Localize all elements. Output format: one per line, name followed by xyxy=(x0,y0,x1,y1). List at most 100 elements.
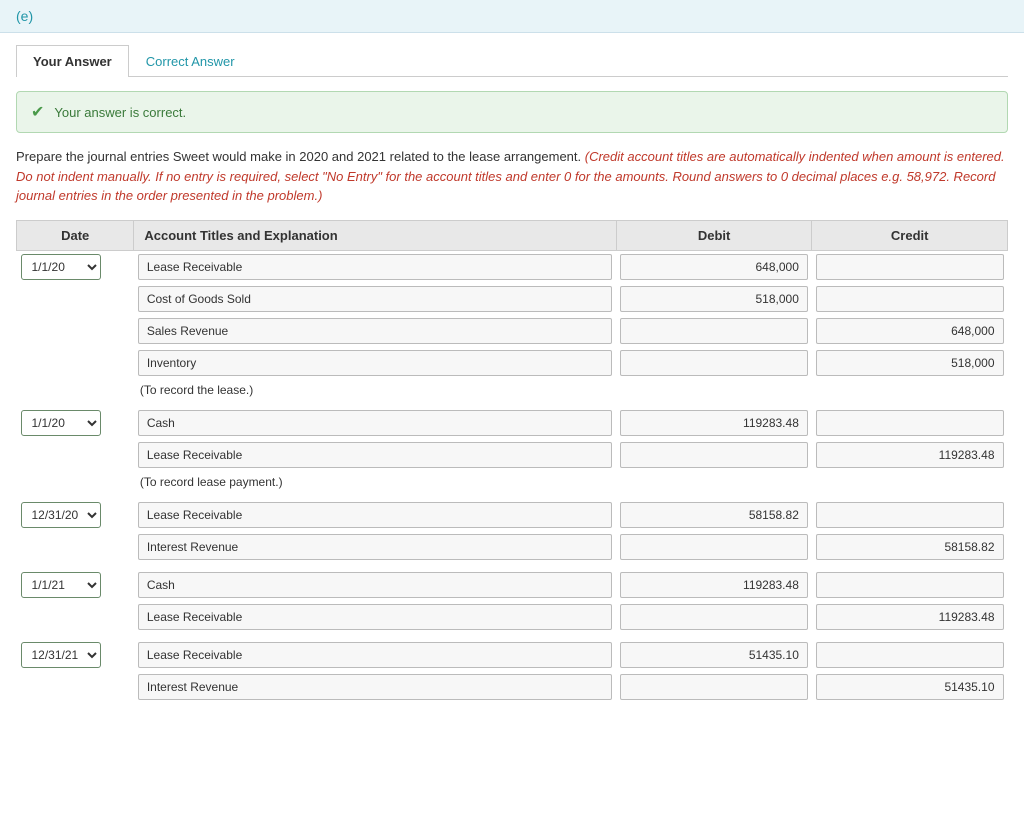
table-row: 1/1/20 xyxy=(17,250,1008,283)
credit-input[interactable] xyxy=(816,286,1004,312)
success-message: Your answer is correct. xyxy=(54,105,186,120)
note-row: (To record lease payment.) xyxy=(17,471,1008,493)
date-select[interactable]: 1/1/20 xyxy=(21,410,101,436)
credit-cell xyxy=(812,639,1008,671)
table-row xyxy=(17,671,1008,703)
account-input[interactable] xyxy=(138,318,612,344)
account-cell xyxy=(134,250,616,283)
credit-cell xyxy=(812,250,1008,283)
account-input[interactable] xyxy=(138,534,612,560)
table-row xyxy=(17,439,1008,471)
debit-cell xyxy=(616,499,812,531)
credit-input[interactable] xyxy=(816,534,1004,560)
debit-cell xyxy=(616,671,812,703)
credit-cell xyxy=(812,531,1008,563)
account-input[interactable] xyxy=(138,254,612,280)
header-account: Account Titles and Explanation xyxy=(134,220,616,250)
account-cell xyxy=(134,283,616,315)
main-container: Your Answer Correct Answer ✔ Your answer… xyxy=(0,33,1024,715)
debit-cell xyxy=(616,250,812,283)
debit-input[interactable] xyxy=(620,318,808,344)
table-row xyxy=(17,315,1008,347)
table-row: 12/31/21 xyxy=(17,639,1008,671)
date-cell: 12/31/20 xyxy=(17,499,134,531)
account-input[interactable] xyxy=(138,442,612,468)
debit-input[interactable] xyxy=(620,350,808,376)
date-select[interactable]: 1/1/20 xyxy=(21,254,101,280)
account-input[interactable] xyxy=(138,350,612,376)
debit-cell xyxy=(616,347,812,379)
credit-input[interactable] xyxy=(816,674,1004,700)
credit-input[interactable] xyxy=(816,642,1004,668)
account-input[interactable] xyxy=(138,674,612,700)
tab-bar: Your Answer Correct Answer xyxy=(16,45,1008,77)
tab-your-answer[interactable]: Your Answer xyxy=(16,45,129,77)
account-cell xyxy=(134,439,616,471)
instructions-normal: Prepare the journal entries Sweet would … xyxy=(16,149,581,164)
credit-input[interactable] xyxy=(816,254,1004,280)
credit-cell xyxy=(812,283,1008,315)
top-bar: (e) xyxy=(0,0,1024,33)
debit-input[interactable] xyxy=(620,642,808,668)
table-row xyxy=(17,347,1008,379)
credit-input[interactable] xyxy=(816,350,1004,376)
debit-input[interactable] xyxy=(620,534,808,560)
debit-cell xyxy=(616,601,812,633)
debit-input[interactable] xyxy=(620,286,808,312)
table-row: 12/31/20 xyxy=(17,499,1008,531)
credit-input[interactable] xyxy=(816,318,1004,344)
debit-input[interactable] xyxy=(620,604,808,630)
credit-cell xyxy=(812,347,1008,379)
credit-cell xyxy=(812,569,1008,601)
date-cell xyxy=(17,531,134,563)
date-cell xyxy=(17,347,134,379)
debit-cell xyxy=(616,439,812,471)
account-input[interactable] xyxy=(138,410,612,436)
debit-input[interactable] xyxy=(620,502,808,528)
date-select[interactable]: 12/31/21 xyxy=(21,642,101,668)
account-cell xyxy=(134,671,616,703)
credit-cell xyxy=(812,315,1008,347)
account-cell xyxy=(134,499,616,531)
checkmark-icon: ✔ xyxy=(31,102,44,122)
date-cell xyxy=(17,671,134,703)
debit-cell xyxy=(616,283,812,315)
date-select[interactable]: 1/1/21 xyxy=(21,572,101,598)
credit-input[interactable] xyxy=(816,410,1004,436)
instructions: Prepare the journal entries Sweet would … xyxy=(16,147,1008,206)
credit-input[interactable] xyxy=(816,442,1004,468)
debit-input[interactable] xyxy=(620,572,808,598)
debit-cell xyxy=(616,531,812,563)
debit-input[interactable] xyxy=(620,442,808,468)
header-date: Date xyxy=(17,220,134,250)
table-row: 1/1/20 xyxy=(17,407,1008,439)
journal-table: Date Account Titles and Explanation Debi… xyxy=(16,220,1008,703)
account-input[interactable] xyxy=(138,604,612,630)
credit-cell xyxy=(812,499,1008,531)
credit-input[interactable] xyxy=(816,572,1004,598)
section-label: (e) xyxy=(16,8,33,24)
account-cell xyxy=(134,315,616,347)
debit-cell xyxy=(616,407,812,439)
credit-cell xyxy=(812,407,1008,439)
account-cell xyxy=(134,569,616,601)
tab-correct-answer[interactable]: Correct Answer xyxy=(129,45,252,77)
debit-input[interactable] xyxy=(620,254,808,280)
credit-input[interactable] xyxy=(816,502,1004,528)
debit-input[interactable] xyxy=(620,410,808,436)
success-banner: ✔ Your answer is correct. xyxy=(16,91,1008,133)
date-select[interactable]: 12/31/20 xyxy=(21,502,101,528)
date-cell xyxy=(17,283,134,315)
account-input[interactable] xyxy=(138,286,612,312)
note-text: (To record the lease.) xyxy=(134,379,1008,401)
account-input[interactable] xyxy=(138,642,612,668)
date-cell xyxy=(17,439,134,471)
debit-cell xyxy=(616,639,812,671)
debit-input[interactable] xyxy=(620,674,808,700)
account-cell xyxy=(134,347,616,379)
account-input[interactable] xyxy=(138,572,612,598)
account-input[interactable] xyxy=(138,502,612,528)
table-row xyxy=(17,531,1008,563)
credit-input[interactable] xyxy=(816,604,1004,630)
date-cell: 1/1/20 xyxy=(17,407,134,439)
